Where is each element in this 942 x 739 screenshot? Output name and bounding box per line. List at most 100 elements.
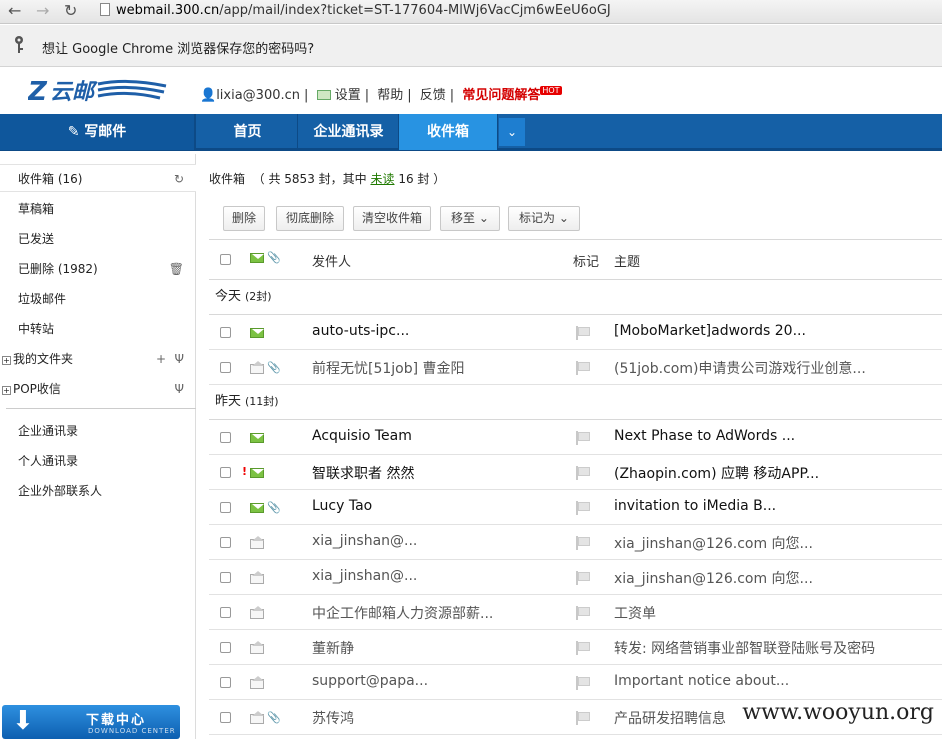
- sidebar: 收件箱 (16) ↻ 草稿箱 已发送 已删除 (1982) 🗑 垃圾邮件 中转站…: [0, 154, 196, 739]
- row-subject: invitation to iMedia B...: [614, 498, 777, 514]
- back-arrow-icon[interactable]: ←: [8, 2, 21, 20]
- trash-icon[interactable]: 🗑: [169, 255, 184, 283]
- flag-icon[interactable]: [576, 431, 590, 445]
- read-envelope-icon: [250, 711, 264, 724]
- row-checkbox[interactable]: [220, 572, 231, 583]
- pop-settings-icon[interactable]: Ψ: [175, 375, 184, 403]
- user-email: lixia@300.cn: [216, 88, 301, 103]
- sidebar-item-inbox[interactable]: 收件箱 (16) ↻: [0, 164, 196, 192]
- unread-envelope-icon: [250, 503, 264, 513]
- sidebar-item-my-folders[interactable]: + 我的文件夹 + Ψ: [0, 345, 196, 373]
- download-center-button[interactable]: ⬇ 下载中心 DOWNLOAD CENTER: [2, 705, 180, 739]
- row-subject: [MoboMarket]adwords 20...: [614, 323, 806, 339]
- add-folder-icon[interactable]: +: [156, 345, 166, 373]
- table-row[interactable]: 📎 前程无忧[51job] 曹金阳 (51job.com)申请贵公司游戏行业创意…: [209, 350, 942, 385]
- group-count: (2封): [245, 290, 272, 303]
- row-checkbox[interactable]: [220, 642, 231, 653]
- expand-plus-icon[interactable]: +: [2, 356, 11, 365]
- flag-icon[interactable]: [576, 676, 590, 690]
- sidebar-item-label: 我的文件夹: [13, 352, 74, 366]
- sidebar-item-sent[interactable]: 已发送: [0, 225, 196, 253]
- row-checkbox[interactable]: [220, 607, 231, 618]
- row-checkbox[interactable]: [220, 432, 231, 443]
- row-checkbox[interactable]: [220, 502, 231, 513]
- column-subject[interactable]: 主题: [614, 251, 640, 270]
- delete-button[interactable]: 删除: [223, 206, 265, 231]
- table-row[interactable]: auto-uts-ipc... [MoboMarket]adwords 20..…: [209, 315, 942, 350]
- move-to-button[interactable]: 移至 ⌄: [440, 206, 500, 231]
- row-subject: (51job.com)申请贵公司游戏行业创意...: [614, 361, 866, 377]
- sidebar-item-deleted[interactable]: 已删除 (1982) 🗑: [0, 255, 196, 283]
- edit-icon: ✎: [67, 124, 80, 140]
- sidebar-item-spam[interactable]: 垃圾邮件: [0, 285, 196, 313]
- sidebar-item-pop[interactable]: + POP收信 Ψ: [0, 375, 196, 403]
- sidebar-item-external-contacts[interactable]: 企业外部联系人: [0, 477, 196, 505]
- table-row[interactable]: 📎 Lucy Tao invitation to iMedia B...: [209, 490, 942, 525]
- flag-icon[interactable]: [576, 641, 590, 655]
- save-password-infobar: 想让 Google Chrome 浏览器保存您的密码吗?: [0, 25, 942, 67]
- compose-button[interactable]: ✎ 写邮件: [0, 114, 196, 150]
- read-envelope-icon: [250, 606, 264, 619]
- refresh-icon[interactable]: ↻: [174, 165, 184, 193]
- mark-as-label: 标记为: [519, 211, 556, 225]
- flag-icon[interactable]: [576, 711, 590, 725]
- row-checkbox[interactable]: [220, 537, 231, 548]
- sidebar-item-enterprise-contacts[interactable]: 企业通讯录: [0, 417, 196, 445]
- row-checkbox[interactable]: [220, 677, 231, 688]
- chevron-down-icon[interactable]: ⌄: [499, 118, 525, 146]
- mark-as-button[interactable]: 标记为 ⌄: [508, 206, 580, 231]
- row-subject: Next Phase to AdWords ...: [614, 428, 796, 444]
- download-title: 下载中心: [86, 713, 147, 728]
- flag-icon[interactable]: [576, 536, 590, 550]
- sidebar-item-personal-contacts[interactable]: 个人通讯录: [0, 447, 196, 475]
- mail-list-header: 📎 发件人 标记 主题: [209, 240, 942, 280]
- svg-text:云邮: 云邮: [50, 80, 98, 105]
- tab-enterprise-contacts[interactable]: 企业通讯录: [299, 114, 399, 150]
- settings-mail-icon: [316, 90, 331, 100]
- table-row[interactable]: support@papa... Important notice about..…: [209, 665, 942, 700]
- select-all-checkbox[interactable]: [220, 254, 231, 265]
- tab-inbox[interactable]: 收件箱: [399, 114, 498, 150]
- row-subject: Important notice about...: [614, 673, 790, 689]
- column-sender[interactable]: 发件人: [312, 251, 351, 270]
- chevron-down-icon: ⌄: [478, 211, 489, 225]
- reload-icon[interactable]: ↻: [64, 2, 77, 20]
- row-checkbox[interactable]: [220, 712, 231, 723]
- table-row[interactable]: Acquisio Team Next Phase to AdWords ...: [209, 420, 942, 455]
- settings-link[interactable]: 设置: [335, 88, 361, 103]
- table-row[interactable]: xia_jinshan@... xia_jinshan@126.com 向您..…: [209, 525, 942, 560]
- row-sender: support@papa...: [312, 673, 429, 689]
- sidebar-item-drafts[interactable]: 草稿箱: [0, 195, 196, 223]
- row-checkbox[interactable]: [220, 327, 231, 338]
- feedback-link[interactable]: 反馈: [420, 88, 446, 103]
- table-row[interactable]: 董新静 转发: 网络营销事业部智联登陆账号及密码: [209, 630, 942, 665]
- unread-link[interactable]: 未读: [370, 172, 394, 186]
- row-checkbox[interactable]: [220, 467, 231, 478]
- tab-home[interactable]: 首页: [198, 114, 298, 150]
- table-row[interactable]: ! 智联求职者 然然 (Zhaopin.com) 应聘 移动APP...: [209, 455, 942, 490]
- sidebar-item-transfer[interactable]: 中转站: [0, 315, 196, 343]
- read-envelope-icon: [250, 571, 264, 584]
- flag-icon[interactable]: [576, 571, 590, 585]
- help-link[interactable]: 帮助: [377, 88, 403, 103]
- flag-icon[interactable]: [576, 606, 590, 620]
- table-row[interactable]: 中企工作邮箱人力资源部薪... 工资单: [209, 595, 942, 630]
- faq-link[interactable]: 常见问题解答: [462, 88, 540, 103]
- flag-icon[interactable]: [576, 326, 590, 340]
- table-row[interactable]: xia_jinshan@... xia_jinshan@126.com 向您..…: [209, 560, 942, 595]
- flag-icon[interactable]: [576, 501, 590, 515]
- expand-plus-icon[interactable]: +: [2, 386, 11, 395]
- address-bar[interactable]: webmail.300.cn/app/mail/index?ticket=ST-…: [100, 3, 611, 18]
- attachment-icon: 📎: [267, 501, 281, 514]
- flag-icon[interactable]: [576, 361, 590, 375]
- row-checkbox[interactable]: [220, 362, 231, 373]
- attachment-header-icon: 📎: [267, 251, 281, 264]
- folder-settings-icon[interactable]: Ψ: [175, 345, 184, 373]
- flag-icon[interactable]: [576, 466, 590, 480]
- empty-inbox-button[interactable]: 清空收件箱: [353, 206, 431, 231]
- row-sender: 中企工作邮箱人力资源部薪...: [312, 606, 494, 622]
- purge-button[interactable]: 彻底删除: [276, 206, 344, 231]
- column-flag[interactable]: 标记: [573, 251, 599, 270]
- forward-arrow-icon[interactable]: →: [36, 2, 49, 20]
- row-sender: Acquisio Team: [312, 428, 412, 444]
